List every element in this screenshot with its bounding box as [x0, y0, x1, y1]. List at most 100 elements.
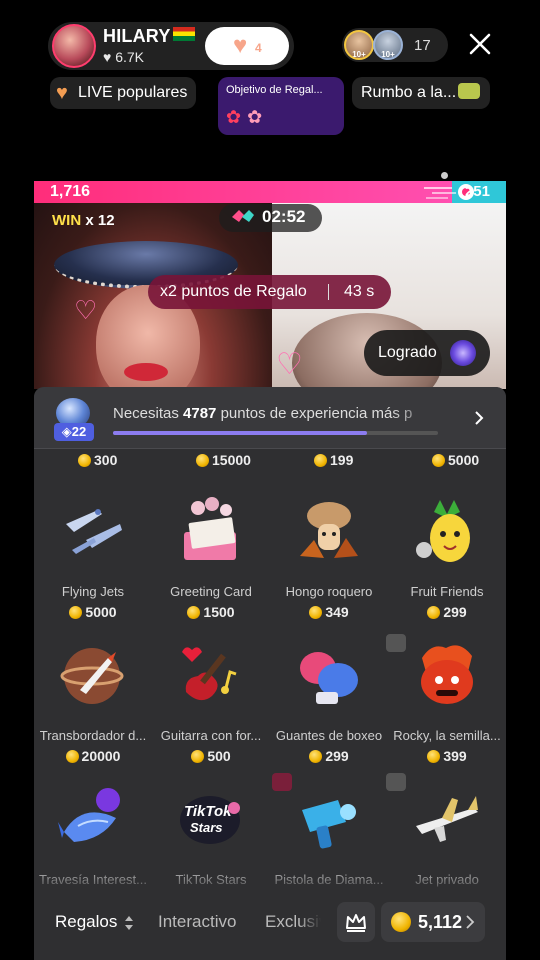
gift-price: 5000 [34, 604, 152, 620]
pink-rose-icon: ✿ [247, 107, 263, 127]
gift-name: Hongo roquero [285, 584, 373, 599]
achievement-badge-icon [450, 340, 476, 366]
gift-price-value: 399 [443, 748, 467, 764]
follow-count: 4 [255, 41, 262, 55]
battle-timer: 02:52 [262, 207, 306, 226]
bolivia-flag-icon [172, 27, 195, 41]
tab-gifts[interactable]: Regalos [55, 912, 117, 932]
chevron-right-icon [466, 915, 475, 929]
battle-left-fill [34, 181, 452, 203]
coin-balance: 5,112 [418, 912, 463, 932]
tab-interactive[interactable]: Interactivo [158, 912, 236, 932]
coin-icon [314, 454, 327, 467]
gift-name: Fruit Friends [410, 584, 484, 599]
coin-icon [65, 750, 79, 763]
guitar-icon [176, 638, 246, 712]
live-popular-chip[interactable]: ♥ LIVE populares [50, 77, 196, 109]
gift-price: 399 [388, 748, 506, 764]
gift-item[interactable]: Hongo roquero 349 [270, 494, 388, 638]
top-viewer-avatar[interactable]: 10+ [373, 30, 403, 60]
double-points-seconds: 43 s [344, 283, 375, 300]
gift-name: Guitarra con for... [160, 728, 262, 743]
coin-icon [309, 750, 323, 763]
tiktok-stars-icon: TikTok Stars [176, 782, 246, 856]
gift-item[interactable]: Greeting Card 1500 [152, 494, 270, 638]
coin-icon [69, 606, 83, 619]
gift-price-value: 15000 [212, 452, 251, 468]
coin-icon [309, 606, 323, 619]
top-viewer-avatar[interactable]: 10+ [344, 30, 374, 60]
gift-item[interactable]: Guitarra con for... 500 [152, 638, 270, 782]
gift-item[interactable]: Guantes de boxeo 299 [270, 638, 388, 782]
pink-heart-icon: ♡ [74, 295, 98, 325]
coin-icon [432, 454, 445, 467]
xp-progress-track [113, 431, 438, 435]
sort-arrows-icon[interactable] [124, 915, 134, 931]
gift-item[interactable]: Rocky, la semilla... 399 [388, 638, 506, 782]
diamond-gun-icon [294, 782, 364, 856]
host-avatar[interactable] [52, 24, 96, 68]
level-badge: ◈22 [54, 398, 94, 442]
xp-progress-fill [113, 431, 367, 435]
battle-right-score: 251 [464, 183, 490, 200]
orange-heart-icon: ♥ [56, 82, 68, 104]
gift-goal-chip[interactable]: Objetivo de Regal... ✿ ✿ [218, 77, 344, 135]
gift-item[interactable]: Transbordador d... 20000 [34, 638, 152, 782]
crown-icon [346, 914, 366, 932]
coin-icon [191, 750, 205, 763]
gift-price: 299 [270, 748, 388, 764]
pink-heart-icon: ♡ [276, 348, 303, 381]
gift-price-value: 5000 [448, 452, 480, 468]
double-points-banner: x2 puntos de Regalo 43 s [148, 275, 391, 309]
gift-price-value: 300 [94, 452, 118, 468]
rocky-icon [412, 638, 482, 712]
rose-icon: ✿ [226, 107, 242, 127]
chevron-right-icon[interactable] [472, 410, 486, 426]
video-tag-icon [386, 634, 406, 652]
coin-balance-button[interactable]: 5,112 [381, 902, 485, 942]
gift-price-value: 1500 [203, 604, 235, 620]
battle-score-bar: 1,716 251 [34, 181, 506, 203]
palette-tag-icon [386, 773, 406, 791]
svg-text:TikTok: TikTok [184, 803, 232, 820]
timer-tag-icon [272, 773, 292, 791]
gift-price-value: 349 [325, 604, 349, 620]
gift-price: 299 [388, 604, 506, 620]
coin-icon [391, 912, 411, 932]
gift-item[interactable]: Flying Jets 5000 [34, 494, 152, 638]
crown-button[interactable] [337, 902, 375, 942]
gift-item[interactable]: Fruit Friends 299 [388, 494, 506, 638]
battle-gloves-icon [232, 210, 254, 222]
gift-price-value: 299 [325, 748, 349, 764]
gift-price: 300 [78, 452, 117, 468]
double-points-text: x2 puntos de Regalo [160, 283, 307, 300]
coin-icon [187, 606, 201, 619]
gift-name: Guantes de boxeo [275, 728, 383, 743]
battle-left-score: 1,716 [50, 183, 91, 200]
close-icon[interactable] [466, 30, 494, 58]
streamer-mouth [124, 363, 168, 381]
coin-icon [78, 454, 91, 467]
host-name: HILARY [103, 26, 195, 47]
gift-name: Greeting Card [170, 584, 252, 599]
live-popular-label: LIVE populares [78, 84, 188, 101]
previous-row-prices: 300 15000 199 5000 [34, 452, 506, 472]
coin-icon [427, 750, 441, 763]
follow-button[interactable]: ♥ 4 [205, 27, 289, 65]
achieved-pill[interactable]: Logrado [364, 330, 490, 376]
gift-price-value: 299 [443, 604, 467, 620]
gift-price: 15000 [196, 452, 251, 468]
achieved-label: Logrado [378, 344, 437, 361]
gift-price: 199 [314, 452, 353, 468]
rumbo-chip[interactable]: Rumbo a la... [352, 77, 490, 109]
gift-goal-items: ✿ ✿ [226, 107, 268, 127]
gift-price: 5000 [432, 452, 479, 468]
gift-price-value: 5000 [85, 604, 117, 620]
emote-icon [458, 83, 481, 99]
tab-exclusive[interactable]: Exclusivo [265, 912, 321, 932]
gift-name: Transbordador d... [39, 728, 147, 743]
viewer-count: 17 [414, 37, 431, 54]
heart-icon: ♥ [233, 32, 248, 59]
gift-price-value: 199 [330, 452, 354, 468]
card-icon [176, 494, 246, 568]
